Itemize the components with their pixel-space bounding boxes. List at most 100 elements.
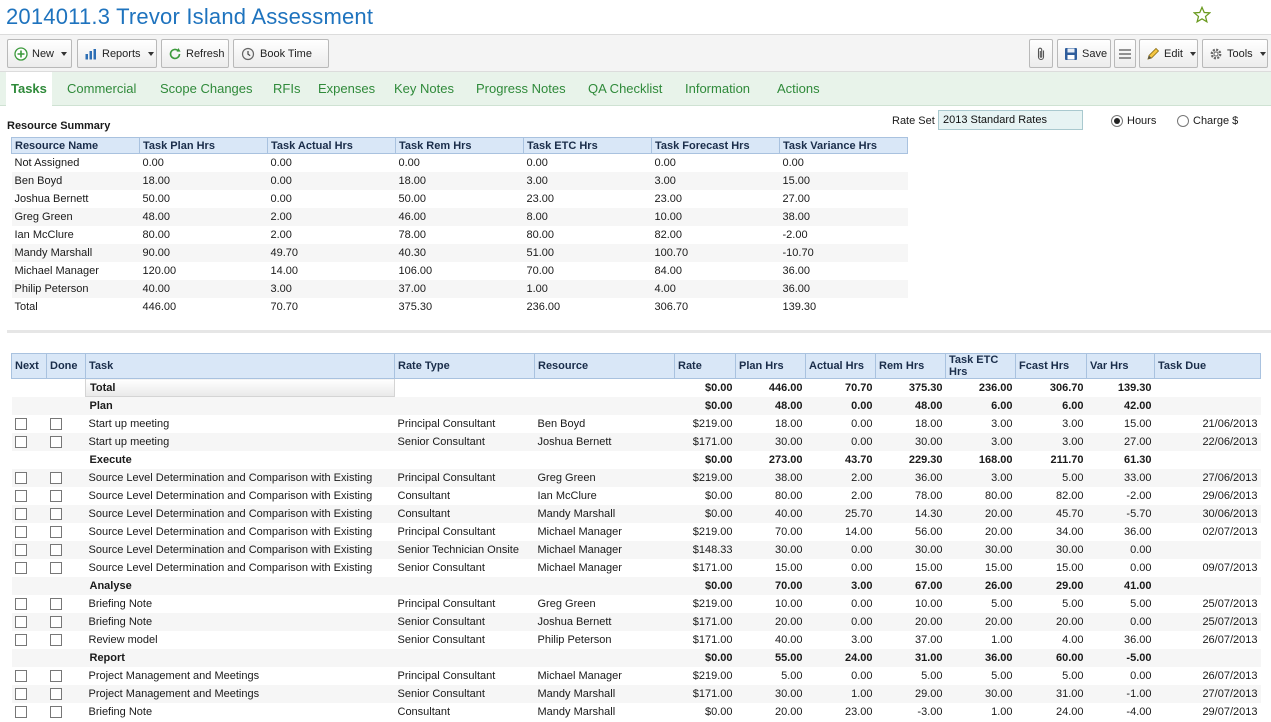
done-checkbox[interactable]	[49, 435, 62, 448]
task-row[interactable]: Briefing Note Principal Consultant Greg Gr…	[11, 594, 1261, 613]
done-checkbox[interactable]	[49, 525, 62, 538]
task-group-row[interactable]: Report $0.00 55.00 24.00 31.00 36.00 60.00 -5.0…	[11, 648, 1261, 667]
column-header-resource[interactable]: Resource	[534, 353, 675, 379]
done-checkbox[interactable]	[49, 687, 62, 700]
table-row[interactable]: Philip Peterson 40.00 3.00 37.00 1.00 4.00 36.…	[11, 279, 908, 298]
tab-qa-checklist[interactable]: QA Checklist	[583, 72, 667, 106]
tab-actions[interactable]: Actions	[772, 72, 825, 106]
done-checkbox[interactable]	[49, 615, 62, 628]
charge-radio-option[interactable]: Charge $	[1177, 115, 1238, 127]
column-header-task-variance-hrs[interactable]: Task Variance Hrs	[779, 137, 908, 154]
charge-radio[interactable]	[1177, 115, 1189, 127]
table-row[interactable]: Mandy Marshall 90.00 49.70 40.30 51.00 100.70…	[11, 243, 908, 262]
next-checkbox[interactable]	[14, 435, 27, 448]
column-header-task-plan-hrs[interactable]: Task Plan Hrs	[139, 137, 268, 154]
done-checkbox[interactable]	[49, 489, 62, 502]
done-checkbox[interactable]	[49, 633, 62, 646]
tab-scope-changes[interactable]: Scope Changes	[155, 72, 258, 106]
column-header-actual-hrs[interactable]: Actual Hrs	[805, 353, 876, 379]
table-row[interactable]: Ben Boyd 18.00 0.00 18.00 3.00 3.00 15.00	[11, 171, 908, 190]
column-header-task-due[interactable]: Task Due	[1154, 353, 1261, 379]
save-button[interactable]: Save	[1057, 39, 1111, 68]
done-checkbox[interactable]	[49, 417, 62, 430]
column-header-resource-name[interactable]: Resource Name	[11, 137, 140, 154]
column-header-rem-hrs[interactable]: Rem Hrs	[875, 353, 946, 379]
table-row[interactable]: Greg Green 48.00 2.00 46.00 8.00 10.00 38.00	[11, 207, 908, 226]
done-checkbox[interactable]	[49, 471, 62, 484]
table-row[interactable]: Not Assigned 0.00 0.00 0.00 0.00 0.00 0.00	[11, 153, 908, 172]
column-header-fcast-hrs[interactable]: Fcast Hrs	[1015, 353, 1087, 379]
task-row[interactable]: Source Level Determination and Compariso…	[11, 540, 1261, 559]
next-checkbox[interactable]	[14, 615, 27, 628]
tab-rfis[interactable]: RFIs	[268, 72, 305, 106]
tab-expenses[interactable]: Expenses	[313, 72, 380, 106]
task-row[interactable]: Project Management and Meetings Principal…	[11, 666, 1261, 685]
tab-key-notes[interactable]: Key Notes	[389, 72, 459, 106]
tab-information[interactable]: Information	[680, 72, 755, 106]
tab-progress-notes[interactable]: Progress Notes	[471, 72, 571, 106]
done-checkbox[interactable]	[49, 543, 62, 556]
task-row[interactable]: Source Level Determination and Compariso…	[11, 468, 1261, 487]
next-checkbox[interactable]	[14, 705, 27, 718]
attach-button[interactable]	[1029, 39, 1053, 68]
task-row[interactable]: Project Management and Meetings Senior Co…	[11, 684, 1261, 703]
book-time-button[interactable]: Book Time	[233, 39, 329, 68]
next-checkbox[interactable]	[14, 561, 27, 574]
total-row[interactable]: Total $0.00 446.00 70.70 375.30 236.00 306.70 1…	[11, 378, 1261, 397]
column-header-rate-type[interactable]: Rate Type	[394, 353, 535, 379]
done-checkbox[interactable]	[49, 669, 62, 682]
table-row[interactable]: Joshua Bernett 50.00 0.00 50.00 23.00 23.00 27…	[11, 189, 908, 208]
column-header-next[interactable]: Next	[11, 353, 47, 379]
task-group-row[interactable]: Analyse $0.00 70.00 3.00 67.00 26.00 29.00 41.0…	[11, 576, 1261, 595]
next-checkbox[interactable]	[14, 525, 27, 538]
task-row[interactable]: Start up meeting Senior Consultant Joshua …	[11, 432, 1261, 451]
next-checkbox[interactable]	[14, 543, 27, 556]
task-row[interactable]: Source Level Determination and Compariso…	[11, 522, 1261, 541]
task-row[interactable]: Briefing Note Senior Consultant Joshua Ber…	[11, 612, 1261, 631]
column-header-task-actual-hrs[interactable]: Task Actual Hrs	[267, 137, 396, 154]
reports-button[interactable]: Reports	[77, 39, 157, 68]
hours-radio[interactable]	[1111, 115, 1123, 127]
edit-button[interactable]: Edit	[1139, 39, 1198, 68]
task-row[interactable]: Start up meeting Principal Consultant Ben …	[11, 414, 1261, 433]
list-options-button[interactable]	[1114, 39, 1136, 68]
task-group-row[interactable]: Execute $0.00 273.00 43.70 229.30 168.00 211.7…	[11, 450, 1261, 469]
column-header-rate[interactable]: Rate	[674, 353, 736, 379]
next-checkbox[interactable]	[14, 471, 27, 484]
hours-radio-option[interactable]: Hours	[1111, 115, 1156, 127]
new-button[interactable]: New	[7, 39, 72, 68]
done-checkbox[interactable]	[49, 507, 62, 520]
table-row[interactable]: Total 446.00 70.70 375.30 236.00 306.70 139.30	[11, 297, 908, 316]
task-row[interactable]: Source Level Determination and Compariso…	[11, 558, 1261, 577]
column-header-done[interactable]: Done	[46, 353, 86, 379]
task-group-row[interactable]: Plan $0.00 48.00 0.00 48.00 6.00 6.00 42.00	[11, 396, 1261, 415]
column-header-task[interactable]: Task	[85, 353, 395, 379]
star-outline-icon[interactable]	[1193, 6, 1211, 24]
task-row[interactable]: Briefing Note Consultant Mandy Marshall $0.…	[11, 702, 1261, 721]
column-header-task-rem-hrs[interactable]: Task Rem Hrs	[395, 137, 524, 154]
rate-set-input[interactable]	[938, 110, 1083, 130]
column-header-task-etc-hrs[interactable]: Task ETC Hrs	[523, 137, 652, 154]
next-checkbox[interactable]	[14, 669, 27, 682]
next-checkbox[interactable]	[14, 687, 27, 700]
column-header-var-hrs[interactable]: Var Hrs	[1086, 353, 1155, 379]
tab-tasks[interactable]: Tasks	[6, 72, 52, 106]
next-checkbox[interactable]	[14, 417, 27, 430]
done-checkbox[interactable]	[49, 597, 62, 610]
next-checkbox[interactable]	[14, 507, 27, 520]
column-header-task-forecast-hrs[interactable]: Task Forecast Hrs	[651, 137, 780, 154]
task-row[interactable]: Source Level Determination and Compariso…	[11, 486, 1261, 505]
next-checkbox[interactable]	[14, 597, 27, 610]
column-header-task-etc-hrs[interactable]: Task ETC Hrs	[945, 353, 1016, 379]
tab-commercial[interactable]: Commercial	[62, 72, 141, 106]
task-row[interactable]: Source Level Determination and Compariso…	[11, 504, 1261, 523]
table-row[interactable]: Ian McClure 80.00 2.00 78.00 80.00 82.00 -2.00	[11, 225, 908, 244]
table-row[interactable]: Michael Manager 120.00 14.00 106.00 70.00 84.…	[11, 261, 908, 280]
next-checkbox[interactable]	[14, 633, 27, 646]
column-header-plan-hrs[interactable]: Plan Hrs	[735, 353, 806, 379]
task-row[interactable]: Review model Senior Consultant Philip Pete…	[11, 630, 1261, 649]
done-checkbox[interactable]	[49, 705, 62, 718]
refresh-button[interactable]: Refresh	[161, 39, 229, 68]
next-checkbox[interactable]	[14, 489, 27, 502]
tools-button[interactable]: Tools	[1202, 39, 1268, 68]
